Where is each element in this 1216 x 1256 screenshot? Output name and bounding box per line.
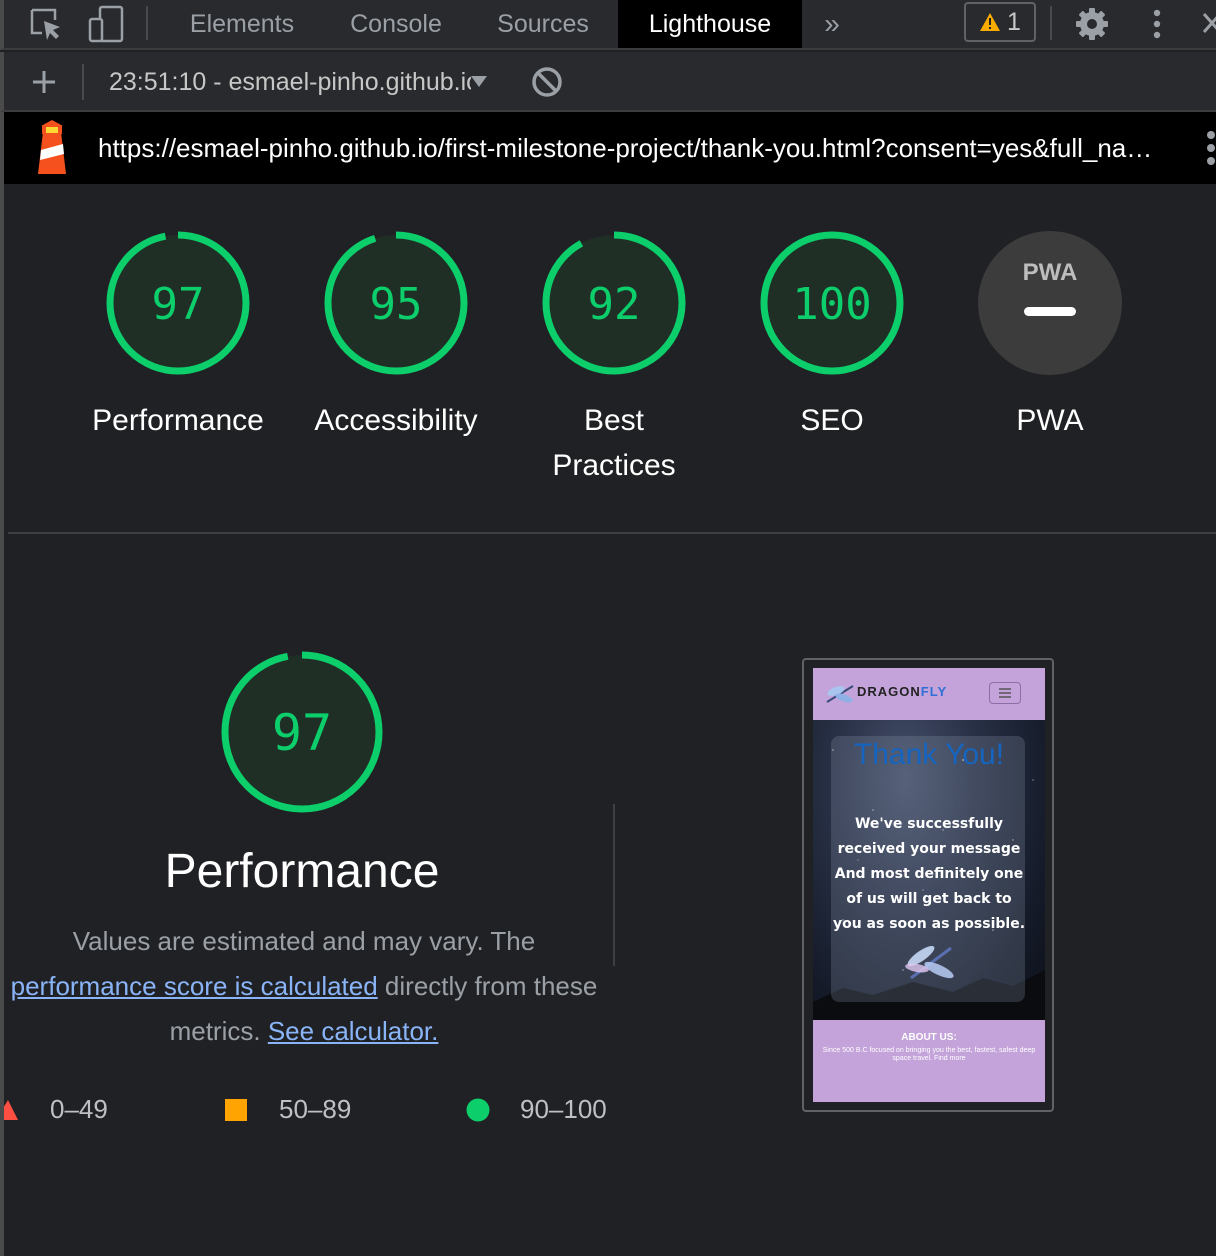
legend-range-pass: 90–100	[520, 1094, 607, 1124]
screenshot-about-text: Since 500 B.C focused on bringing you th…	[822, 1047, 1036, 1062]
page-screenshot-thumbnail[interactable]: DRAGONFLY Thank You! We've successfully …	[802, 658, 1054, 1112]
performance-score-ring: 97	[221, 651, 383, 813]
gauge-performance[interactable]: 97 Performance	[78, 230, 278, 443]
new-report-plus-icon[interactable]	[26, 52, 62, 112]
device-toolbar-icon[interactable]	[86, 0, 126, 48]
tab-elements[interactable]: Elements	[170, 0, 314, 48]
performance-score-value: 97	[272, 704, 332, 762]
score-value-accessibility: 95	[370, 279, 423, 330]
more-tabs-icon[interactable]: »	[814, 0, 850, 48]
legend-range-average: 50–89	[279, 1094, 352, 1124]
tab-separator	[1050, 6, 1052, 40]
dragonfly-illustration-icon	[905, 945, 954, 980]
screenshot-page: DRAGONFLY Thank You! We've successfully …	[813, 668, 1045, 1102]
score-ring-performance: 97	[106, 231, 250, 375]
section-divider	[8, 532, 1216, 534]
dropdown-arrow-icon	[471, 76, 487, 87]
gauge-label-performance: Performance	[92, 404, 264, 437]
legend-fail: 0–49	[4, 1094, 108, 1125]
performance-gauge-large: 97	[220, 650, 384, 819]
score-value-performance: 97	[152, 279, 205, 330]
gauge-label-seo: SEO	[800, 404, 864, 437]
settings-gear-icon[interactable]	[1072, 0, 1112, 48]
screenshot-navbar: DRAGONFLY	[813, 668, 1045, 720]
score-ring-seo: 100	[760, 231, 904, 375]
warning-icon	[980, 13, 1001, 31]
vertical-divider	[613, 804, 615, 966]
average-square-icon	[225, 1098, 247, 1121]
more-options-icon[interactable]	[1142, 0, 1172, 48]
pwa-badge-text: PWA	[1023, 259, 1078, 286]
screenshot-heading: Thank You!	[853, 738, 1005, 771]
pwa-badge-icon: PWA	[978, 231, 1122, 375]
report-selector[interactable]: 23:51:10 - esmael-pinho.github.io	[109, 52, 489, 112]
toolbar-separator	[82, 64, 84, 100]
tab-console[interactable]: Console	[328, 0, 464, 48]
screenshot-hero: Thank You! We've successfully received y…	[813, 720, 1045, 1020]
tab-separator	[146, 6, 148, 40]
legend-pass: 90–100	[466, 1094, 607, 1125]
gauge-pwa[interactable]: PWA PWA	[950, 230, 1150, 443]
fail-triangle-icon	[4, 1099, 18, 1120]
score-ring-accessibility: 95	[324, 231, 468, 375]
gauge-label-pwa: PWA	[1016, 404, 1084, 437]
gauge-seo[interactable]: 100 SEO	[732, 230, 932, 443]
report-url[interactable]: https://esmael-pinho.github.io/first-mil…	[98, 112, 1166, 184]
legend-average: 50–89	[225, 1094, 351, 1125]
hamburger-menu-icon	[989, 682, 1021, 704]
clear-reports-icon[interactable]	[530, 52, 564, 112]
performance-title: Performance	[164, 845, 440, 898]
report-selector-label: 23:51:10 - esmael-pinho.github.io	[109, 67, 471, 96]
score-value-best-practices: 92	[588, 279, 641, 330]
screenshot-message: We've successfully received your message…	[832, 816, 1026, 932]
score-value-seo: 100	[792, 279, 871, 330]
screenshot-about-title: ABOUT US:	[901, 1032, 957, 1043]
warnings-badge[interactable]: 1	[964, 2, 1036, 42]
gauge-label-best-practices: Best Practices	[552, 404, 676, 482]
gauge-best-practices[interactable]: 92 Best Practices	[514, 230, 714, 488]
see-calculator-link[interactable]: See calculator.	[268, 1016, 439, 1046]
score-ring-best-practices: 92	[542, 231, 686, 375]
inspect-element-icon[interactable]	[26, 0, 66, 48]
screenshot-brand: DRAGONFLY	[857, 684, 948, 699]
dragonfly-logo-icon	[826, 685, 854, 703]
warning-count: 1	[1007, 7, 1021, 36]
gauge-accessibility[interactable]: 95 Accessibility	[296, 230, 496, 443]
tab-sources[interactable]: Sources	[478, 0, 608, 48]
performance-description: Values are estimated and may vary. The p…	[10, 926, 598, 1046]
report-url-bar: https://esmael-pinho.github.io/first-mil…	[0, 112, 1216, 184]
performance-score-link[interactable]: performance score is calculated	[11, 971, 378, 1001]
devtools-tab-bar: Elements Console Sources Lighthouse » 1	[0, 0, 1216, 50]
tab-lighthouse[interactable]: Lighthouse	[618, 0, 802, 48]
report-content: 97 Performance 95 Accessibility 92 Best …	[0, 184, 1216, 1256]
report-menu-icon[interactable]	[1200, 112, 1216, 184]
close-icon[interactable]	[1200, 0, 1216, 48]
screenshot-footer: ABOUT US: Since 500 B.C focused on bring…	[813, 1020, 1045, 1102]
legend-range-fail: 0–49	[50, 1094, 108, 1124]
lighthouse-logo-icon	[32, 112, 72, 184]
pass-circle-icon	[466, 1098, 490, 1121]
lighthouse-toolbar: 23:51:10 - esmael-pinho.github.io	[0, 52, 1216, 112]
gauge-label-accessibility: Accessibility	[314, 404, 478, 437]
